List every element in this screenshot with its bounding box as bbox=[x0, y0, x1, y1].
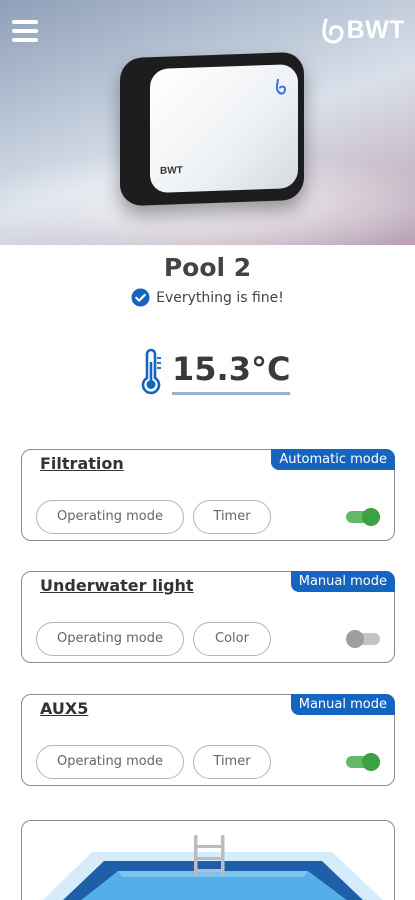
equipment-title[interactable]: Filtration bbox=[40, 454, 124, 473]
device-front-panel: BWT bbox=[150, 63, 298, 194]
thermometer-icon bbox=[141, 348, 161, 395]
equipment-title[interactable]: AUX5 bbox=[40, 699, 88, 718]
operating-mode-button[interactable]: Operating mode bbox=[36, 745, 184, 779]
pool-status-text: Everything is fine! bbox=[156, 289, 284, 306]
equipment-card-filtration: Filtration Automatic mode Operating mode… bbox=[21, 449, 395, 541]
brand-logo: BWT bbox=[321, 16, 405, 45]
temperature-value[interactable]: 15.3°C bbox=[172, 350, 291, 395]
operating-mode-button[interactable]: Operating mode bbox=[36, 500, 184, 534]
operating-mode-button[interactable]: Operating mode bbox=[36, 622, 184, 656]
device-logo-led-icon bbox=[276, 78, 286, 95]
temperature-display: 15.3°C bbox=[138, 348, 291, 396]
filtration-toggle[interactable] bbox=[346, 508, 380, 526]
hero-banner: BWT BWT bbox=[0, 0, 415, 245]
mode-badge: Automatic mode bbox=[271, 449, 395, 470]
check-circle-icon bbox=[131, 288, 150, 307]
bwt-logo-icon bbox=[321, 17, 344, 44]
brand-name: BWT bbox=[346, 16, 405, 44]
pool-illustration bbox=[43, 835, 383, 900]
equipment-card-underwater-light: Underwater light Manual mode Operating m… bbox=[21, 571, 395, 663]
timer-button[interactable]: Timer bbox=[193, 500, 271, 534]
mode-badge: Manual mode bbox=[290, 694, 395, 715]
equipment-title[interactable]: Underwater light bbox=[40, 576, 194, 595]
device-brand-label: BWT bbox=[160, 165, 183, 177]
pool-status: Everything is fine! bbox=[0, 288, 415, 307]
color-button[interactable]: Color bbox=[193, 622, 271, 656]
menu-icon[interactable] bbox=[12, 20, 38, 42]
pool-illustration-card[interactable] bbox=[21, 820, 395, 900]
mode-badge: Manual mode bbox=[290, 571, 395, 592]
pool-controller-device: BWT bbox=[120, 51, 304, 207]
pool-name: Pool 2 bbox=[163, 253, 252, 282]
equipment-card-aux5: AUX5 Manual mode Operating mode Timer bbox=[21, 694, 395, 786]
timer-button[interactable]: Timer bbox=[193, 745, 271, 779]
aux5-toggle[interactable] bbox=[346, 753, 380, 771]
underwater-light-toggle[interactable] bbox=[346, 630, 380, 648]
